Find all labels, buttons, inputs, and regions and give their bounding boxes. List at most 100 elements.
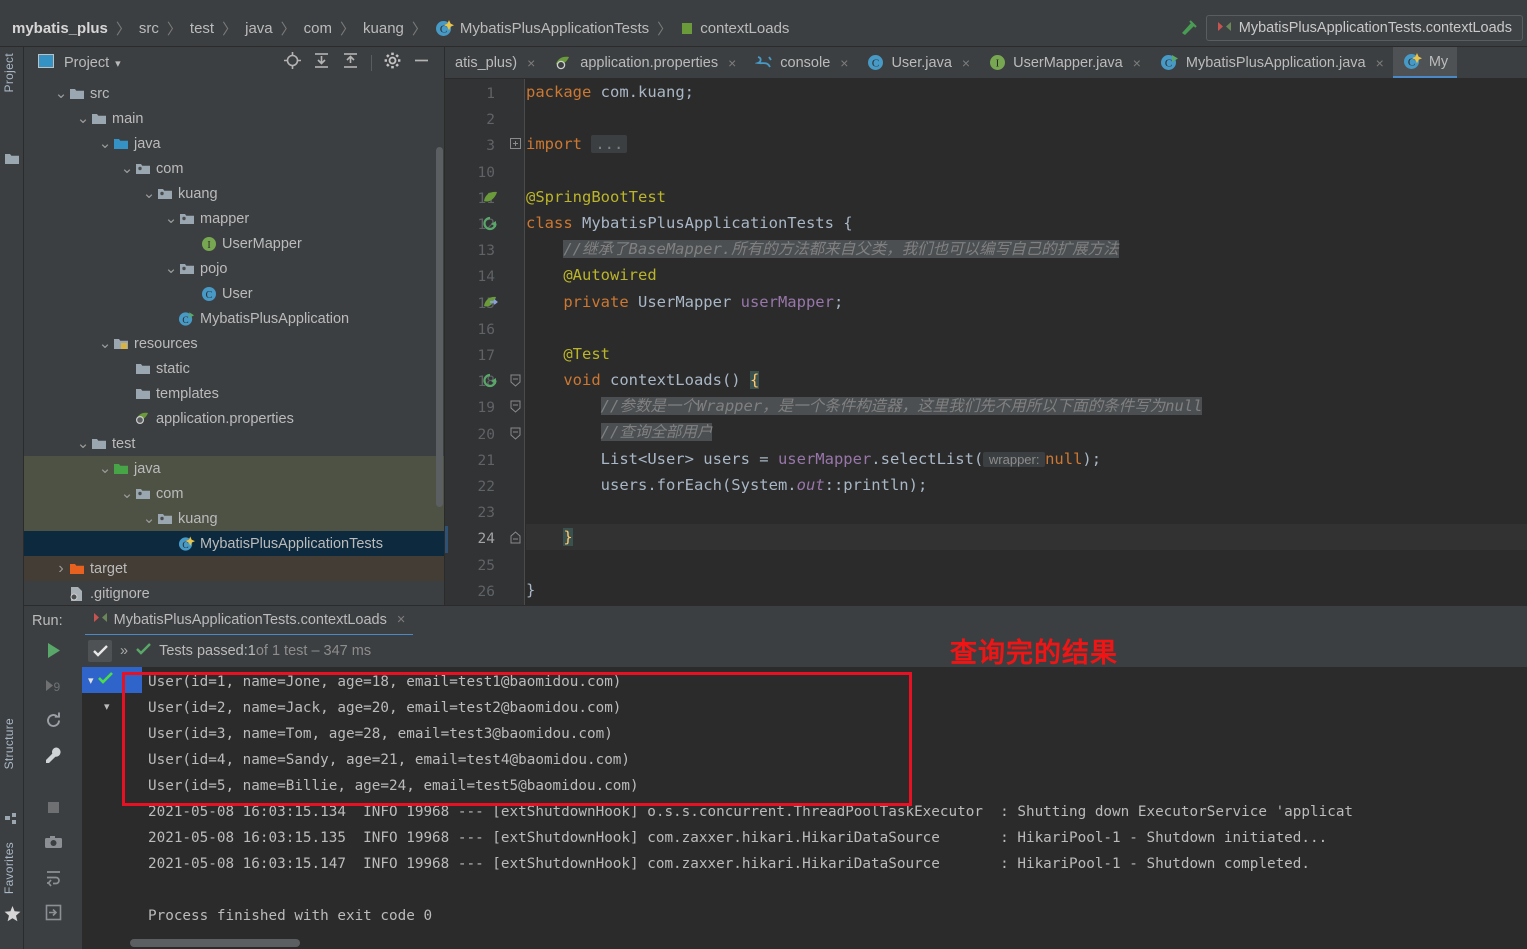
tree-node-pojo[interactable]: ⌄ pojo bbox=[24, 256, 444, 281]
tree-node-target[interactable]: › target bbox=[24, 556, 444, 581]
editor-code-area[interactable]: package com.kuang; import ... @SpringBootT… bbox=[526, 79, 1527, 605]
chevron-down-icon[interactable]: ⌄ bbox=[142, 511, 156, 526]
spring-bean-icon[interactable] bbox=[482, 295, 499, 315]
run-configuration-widget[interactable]: MybatisPlusApplicationTests.contextLoads bbox=[1178, 14, 1523, 42]
editor-gutter[interactable]: 1231011121314151617181920212223242526 bbox=[445, 79, 505, 605]
tree-node-main[interactable]: ⌄ main bbox=[24, 106, 444, 131]
close-icon[interactable]: × bbox=[527, 55, 535, 71]
tree-node-mybatisplusapplicationtests[interactable]: C MybatisPlusApplicationTests bbox=[24, 531, 444, 556]
code-line[interactable]: users.forEach(System.out::println); bbox=[526, 472, 1527, 498]
breadcrumb-item-src[interactable]: src bbox=[139, 20, 159, 37]
close-icon[interactable]: × bbox=[397, 612, 405, 628]
fold-region-start-icon[interactable] bbox=[510, 374, 521, 390]
code-line[interactable]: } bbox=[526, 577, 1527, 603]
code-line[interactable]: class MybatisPlusApplicationTests { bbox=[526, 210, 1527, 236]
chevron-down-icon[interactable]: ⌄ bbox=[120, 486, 134, 501]
chevron-down-icon[interactable]: ▾ bbox=[115, 57, 121, 70]
tree-node-src[interactable]: ⌄ src bbox=[24, 81, 444, 106]
editor-tab-atis-plus-[interactable]: atis_plus) × bbox=[445, 47, 544, 78]
tree-node-com[interactable]: ⌄ com bbox=[24, 156, 444, 181]
tree-node-resources[interactable]: ⌄ resources bbox=[24, 331, 444, 356]
collapse-all-icon[interactable] bbox=[342, 52, 359, 74]
editor-fold-column[interactable] bbox=[505, 79, 525, 605]
code-line[interactable]: //查询全部用户 bbox=[526, 419, 1527, 445]
tree-node-mybatisplusapplication[interactable]: C MybatisPlusApplication bbox=[24, 306, 444, 331]
breadcrumb-item-kuang[interactable]: kuang bbox=[363, 20, 404, 37]
tree-node-application-properties[interactable]: application.properties bbox=[24, 406, 444, 431]
tree-node--gitignore[interactable]: .gitignore bbox=[24, 581, 444, 606]
run-config-selector[interactable]: MybatisPlusApplicationTests.contextLoads bbox=[1205, 15, 1523, 41]
chevron-down-icon[interactable]: ⌄ bbox=[164, 261, 178, 276]
chevron-down-icon[interactable]: ⌄ bbox=[164, 211, 178, 226]
editor-tab-console[interactable]: console × bbox=[745, 47, 857, 78]
code-line[interactable]: @Test bbox=[526, 341, 1527, 367]
fold-region-icon[interactable] bbox=[510, 427, 521, 443]
code-line[interactable] bbox=[526, 158, 1527, 184]
code-line[interactable]: List<User> users = userMapper.selectList… bbox=[526, 446, 1527, 472]
close-icon[interactable]: × bbox=[728, 55, 736, 71]
tree-node-java[interactable]: ⌄ java bbox=[24, 456, 444, 481]
editor-tab-mybatisplusapplication-java[interactable]: C MybatisPlusApplication.java × bbox=[1150, 47, 1393, 78]
tree-node-kuang[interactable]: ⌄ kuang bbox=[24, 506, 444, 531]
code-line[interactable] bbox=[526, 550, 1527, 576]
chevron-down-icon[interactable]: ⌄ bbox=[98, 136, 112, 151]
rerun-icon[interactable] bbox=[44, 641, 63, 665]
editor-tab-my[interactable]: C My bbox=[1392, 47, 1458, 78]
editor-tab-application-properties[interactable]: application.properties × bbox=[544, 47, 745, 78]
project-tree[interactable]: ⌄ src ⌄ main ⌄ java ⌄ com ⌄ kuang ⌄ mapper I UserMapp… bbox=[24, 79, 444, 606]
code-line[interactable]: //参数是一个Wrapper，是一个条件构造器，这里我们先不用所以下面的条件写为… bbox=[526, 393, 1527, 419]
run-tab[interactable]: MybatisPlusApplicationTests.contextLoads… bbox=[84, 606, 414, 636]
export-icon[interactable] bbox=[44, 903, 63, 927]
test-settings-wrench-icon[interactable] bbox=[44, 746, 63, 770]
gear-icon[interactable] bbox=[384, 52, 401, 74]
editor-tab-bar[interactable]: atis_plus) × application.properties × consol… bbox=[445, 47, 1527, 79]
chevron-down-icon[interactable]: ⌄ bbox=[76, 436, 90, 451]
run-toolbar[interactable]: 9 bbox=[24, 635, 82, 949]
locate-icon[interactable] bbox=[284, 52, 301, 74]
stop-icon[interactable] bbox=[44, 798, 63, 822]
fold-expand-icon[interactable] bbox=[510, 138, 521, 152]
breadcrumb-item-mybatis-plus[interactable]: mybatis_plus bbox=[12, 20, 108, 37]
fold-region-end-icon[interactable] bbox=[510, 531, 521, 547]
code-line[interactable]: @Autowired bbox=[526, 262, 1527, 288]
tool-button-project[interactable]: Project bbox=[2, 53, 16, 92]
console-output[interactable]: User(id=1, name=Jone, age=18, email=test… bbox=[142, 667, 1527, 949]
tree-node-usermapper[interactable]: I UserMapper bbox=[24, 231, 444, 256]
code-line[interactable] bbox=[526, 315, 1527, 341]
test-tree-child-row[interactable]: ▾ bbox=[82, 693, 142, 719]
restart-icon[interactable] bbox=[44, 711, 63, 735]
breadcrumb-item-contextloads[interactable]: contextLoads bbox=[680, 20, 789, 37]
chevron-down-icon[interactable]: ⌄ bbox=[120, 161, 134, 176]
chevron-down-icon[interactable]: ⌄ bbox=[142, 186, 156, 201]
code-line[interactable] bbox=[526, 498, 1527, 524]
code-line[interactable]: import ... bbox=[526, 131, 1527, 157]
rerun-failed-tests-icon[interactable]: 9 bbox=[44, 676, 63, 700]
show-passed-toggle[interactable] bbox=[88, 640, 112, 662]
breadcrumb-item-test[interactable]: test bbox=[190, 20, 214, 37]
tool-button-structure[interactable]: Structure bbox=[2, 718, 16, 769]
code-line[interactable] bbox=[526, 105, 1527, 131]
chevron-down-icon[interactable]: ⌄ bbox=[54, 86, 68, 101]
project-scrollbar[interactable] bbox=[436, 147, 443, 507]
breadcrumb-item-com[interactable]: com bbox=[304, 20, 332, 37]
code-line[interactable]: void contextLoads() { bbox=[526, 367, 1527, 393]
soft-wrap-icon[interactable] bbox=[44, 868, 63, 892]
sort-icon[interactable]: » bbox=[120, 643, 128, 659]
console-horizontal-scrollbar[interactable] bbox=[130, 939, 300, 947]
run-test-icon[interactable] bbox=[482, 216, 498, 236]
fold-region-icon[interactable] bbox=[510, 400, 521, 416]
code-line[interactable]: @SpringBootTest bbox=[526, 184, 1527, 210]
expand-all-icon[interactable] bbox=[313, 52, 330, 74]
chevron-right-icon[interactable]: › bbox=[54, 560, 68, 578]
code-editor[interactable]: 1231011121314151617181920212223242526 pa… bbox=[445, 79, 1527, 605]
close-icon[interactable]: × bbox=[840, 55, 848, 71]
tree-node-templates[interactable]: templates bbox=[24, 381, 444, 406]
test-tree-root-row[interactable]: ▾ bbox=[82, 667, 142, 693]
tree-node-test[interactable]: ⌄ test bbox=[24, 431, 444, 456]
chevron-down-icon[interactable]: ▾ bbox=[104, 700, 110, 713]
close-icon[interactable]: × bbox=[1133, 55, 1141, 71]
close-icon[interactable]: × bbox=[1376, 55, 1384, 71]
run-test-icon[interactable] bbox=[482, 373, 498, 393]
code-line[interactable]: //继承了BaseMapper.所有的方法都来自父类，我们也可以编写自己的扩展方… bbox=[526, 236, 1527, 262]
screenshot-camera-icon[interactable] bbox=[44, 833, 63, 857]
